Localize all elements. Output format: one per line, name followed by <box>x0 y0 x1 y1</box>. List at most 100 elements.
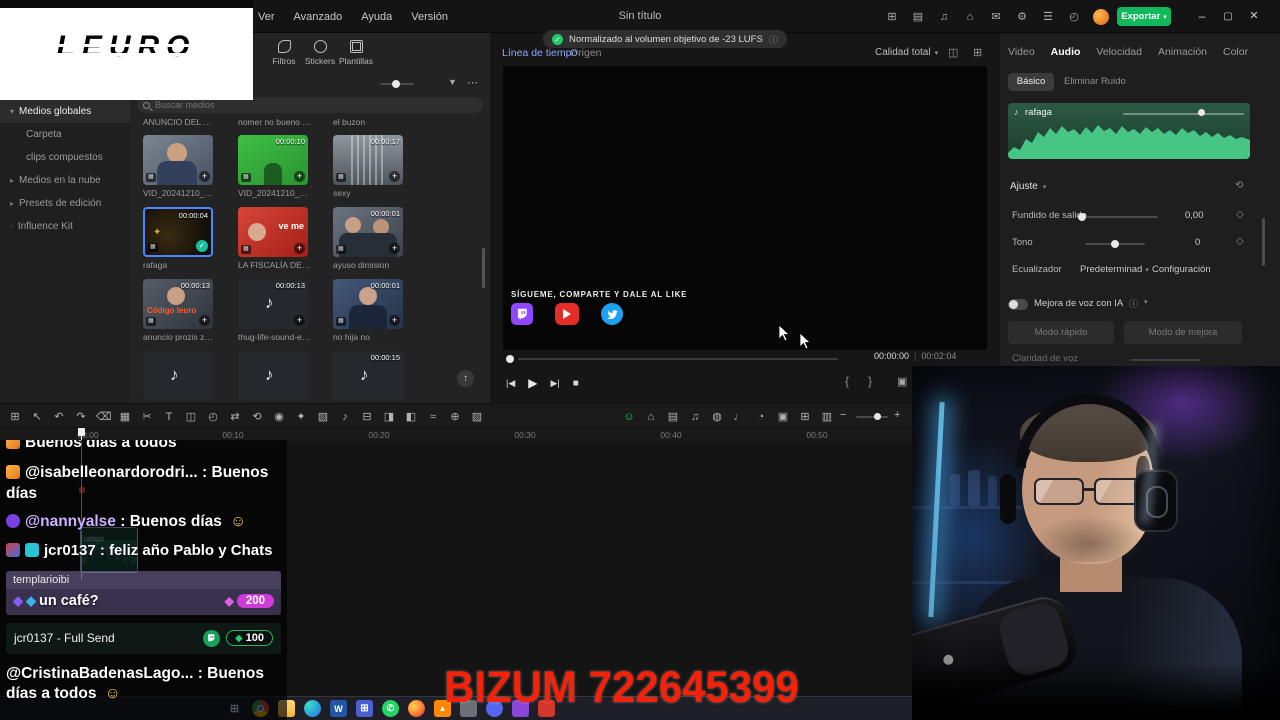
playhead-handle[interactable] <box>78 428 85 436</box>
media-thumb-vid105011[interactable]: ▦ + <box>143 135 213 185</box>
media-thumb-fiscalia[interactable]: ve me ▦ + <box>238 207 308 257</box>
columns-icon[interactable]: ▥ <box>820 410 834 423</box>
zoom-out-button[interactable]: − <box>840 409 846 421</box>
media-thumb-audio[interactable]: ♪ <box>238 351 308 401</box>
tab-color[interactable]: Color <box>1223 46 1248 58</box>
edge-icon[interactable] <box>304 700 321 717</box>
info-icon[interactable]: ⓘ <box>1129 297 1138 310</box>
word-icon[interactable]: W <box>330 700 347 717</box>
sidebar-item-medios-nube[interactable]: ▸ Medios en la nube <box>0 169 130 192</box>
split-icon[interactable]: ✂ <box>140 410 154 423</box>
collapse-icon[interactable]: ⊟ <box>360 410 374 423</box>
equalizer-preset-dropdown[interactable]: Predeterminad ▾ <box>1080 264 1149 275</box>
clock-icon[interactable]: ◔ <box>754 411 768 423</box>
note-icon[interactable]: ♩ <box>732 411 746 423</box>
fullscreen-button[interactable]: ▣ <box>897 375 907 388</box>
media-thumb-prozis[interactable]: Código leuro 00:00:13 ▦ + <box>143 279 213 329</box>
layout-icon[interactable]: ⊞ <box>885 10 899 23</box>
tone-value[interactable]: 0 <box>1195 237 1200 248</box>
video-canvas[interactable]: SÍGUEME, COMPARTE Y DALE AL LIKE <box>503 66 987 350</box>
sidebar-item-medios-globales[interactable]: ▾ Medios globales <box>0 100 130 123</box>
search-input[interactable] <box>155 100 355 110</box>
minimize-button[interactable]: – <box>1192 0 1212 33</box>
sidebar-item-presets[interactable]: ▸ Presets de edición <box>0 192 130 215</box>
section-ajuste[interactable]: Ajuste <box>1010 181 1038 192</box>
home-icon[interactable]: ⌂ <box>963 11 977 23</box>
media-scrollbar[interactable] <box>482 248 485 288</box>
volume-slider[interactable] <box>1123 113 1244 115</box>
rows-icon[interactable]: ▤ <box>666 410 680 423</box>
crop-icon[interactable]: ▦ <box>118 410 132 423</box>
swap-icon[interactable]: ⇄ <box>228 410 242 423</box>
box-icon[interactable]: ▣ <box>776 410 790 423</box>
music-icon[interactable]: ♫ <box>688 411 702 423</box>
pattern-icon[interactable]: ▨ <box>470 410 484 423</box>
fade-out-value[interactable]: 0,00 <box>1185 210 1204 221</box>
reset-icon[interactable]: ⟲ <box>1235 180 1243 191</box>
audio-waveform-card[interactable]: ♪ rafaga <box>1008 103 1250 159</box>
tab-filtros[interactable]: Filtros <box>267 40 301 66</box>
scroll-to-top-button[interactable]: ↑ <box>457 370 474 387</box>
tab-plantillas[interactable]: Plantillas <box>339 40 373 66</box>
add-to-timeline-icon[interactable]: + <box>199 315 210 326</box>
fade-out-slider[interactable] <box>1080 216 1158 218</box>
subtab-basico[interactable]: Básico <box>1008 73 1054 91</box>
tab-stickers[interactable]: Stickers <box>303 40 337 66</box>
mark-out-button[interactable]: } <box>868 374 872 388</box>
audio-tool-icon[interactable]: ♪ <box>338 411 352 423</box>
rotate-icon[interactable]: ⟲ <box>250 410 264 423</box>
info-icon[interactable]: ⓘ <box>769 33 778 46</box>
clarity-slider[interactable] <box>1130 359 1200 361</box>
inspector-scrollbar[interactable] <box>1262 218 1265 266</box>
media-thumb-nohijano[interactable]: 00:00:01 ▦ + <box>333 279 403 329</box>
filter-funnel-icon[interactable]: ▼ <box>448 77 457 87</box>
menu-avanzado[interactable]: Avanzado <box>294 11 343 23</box>
panel-right-icon[interactable]: ◨ <box>382 410 396 423</box>
menu-grid-icon[interactable]: ⊞ <box>8 410 22 423</box>
more-options-icon[interactable]: ⋯ <box>467 76 478 89</box>
stop-button[interactable]: ■ <box>573 378 579 389</box>
undo-icon[interactable]: ↶ <box>52 410 66 423</box>
export-button[interactable]: Exportar ▾ <box>1117 7 1171 26</box>
seek-knob[interactable] <box>506 355 514 363</box>
firefox-icon[interactable] <box>408 700 425 717</box>
settings-icon[interactable]: ⚙ <box>1015 10 1029 23</box>
menu-list-icon[interactable]: ☰ <box>1041 10 1055 23</box>
mask-icon[interactable]: ▧ <box>316 410 330 423</box>
emoji-icon[interactable]: ☺ <box>622 411 636 423</box>
media-thumb-rafaga[interactable]: ✦ 00:00:04 ▦ ✓ <box>143 207 213 257</box>
add-track-icon[interactable]: ⊕ <box>448 410 462 423</box>
zoom-in-button[interactable]: + <box>894 409 900 421</box>
preview-panel-icon[interactable]: ⊞ <box>973 46 982 59</box>
mark-in-button[interactable]: { <box>845 374 849 388</box>
text-tool-icon[interactable]: T <box>162 411 176 423</box>
sidebar-item-clips-compuestos[interactable]: clips compuestos <box>0 146 130 169</box>
media-thumb-vid102956[interactable]: 00:00:10 ▦ + <box>238 135 308 185</box>
whatsapp-icon[interactable]: ✆ <box>382 700 399 717</box>
equalizer-config-link[interactable]: Configuración <box>1152 264 1211 275</box>
select-tool-icon[interactable]: ↖ <box>30 410 44 423</box>
prev-frame-button[interactable]: |◀ <box>506 378 515 389</box>
fade-out-knob[interactable] <box>1078 213 1086 221</box>
wave-icon[interactable]: ≈ <box>426 411 440 423</box>
add-to-timeline-icon[interactable]: + <box>389 243 400 254</box>
timeline-zoom-knob[interactable] <box>874 413 881 420</box>
tab-animacion[interactable]: Animación <box>1158 46 1207 58</box>
tone-knob[interactable] <box>1111 240 1119 248</box>
ai-voice-toggle[interactable] <box>1008 299 1028 310</box>
add-to-timeline-icon[interactable]: + <box>199 171 210 182</box>
media-thumb-audio[interactable]: ♪ <box>143 351 213 401</box>
effects-icon[interactable]: ✦ <box>294 410 308 423</box>
menu-version[interactable]: Versión <box>411 11 448 23</box>
vinyl-icon[interactable]: ◍ <box>710 410 724 423</box>
panel-top-icon[interactable]: ◧ <box>404 410 418 423</box>
menu-ayuda[interactable]: Ayuda <box>361 11 392 23</box>
add-to-timeline-icon[interactable]: + <box>294 171 305 182</box>
tab-video[interactable]: Video <box>1008 46 1035 58</box>
media-thumb-ayuso[interactable]: 00:00:01 ▦ + <box>333 207 403 257</box>
media-thumb-sexy[interactable]: 00:00:17 ▦ + <box>333 135 403 185</box>
home-tool-icon[interactable]: ⌂ <box>644 411 658 423</box>
mode-enhance-button[interactable]: Modo de mejora <box>1124 321 1242 344</box>
ai-section-caret-icon[interactable]: ▾ <box>1144 298 1148 306</box>
add-to-timeline-icon[interactable]: + <box>389 315 400 326</box>
